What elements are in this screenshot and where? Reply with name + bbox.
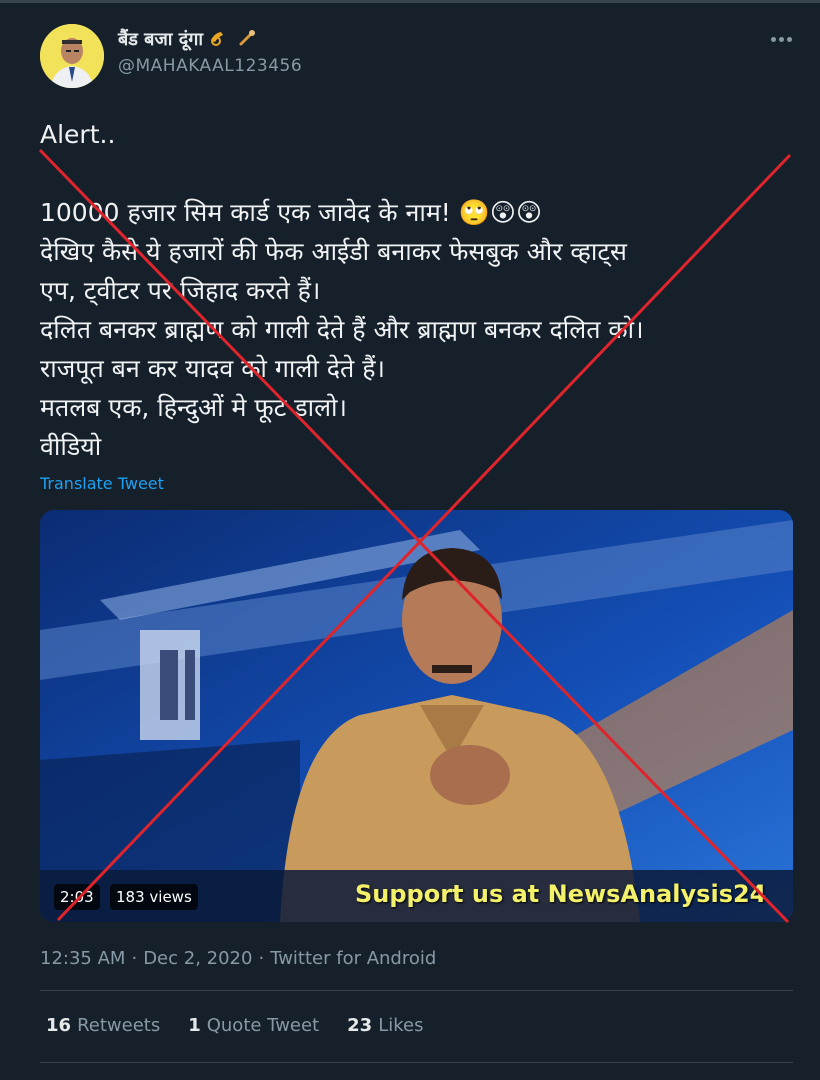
tweet-source[interactable]: Twitter for Android [270,948,436,969]
video-views: 183 views [110,884,198,910]
video-thumbnail [40,510,793,922]
display-name[interactable]: बैंड बजा दूंगा [118,27,256,51]
video-ticker-text: Support us at NewsAnalysis24 [355,880,767,908]
meta-separator: · [258,948,265,969]
likes-count: 23 [347,1015,373,1036]
tweet-page: बैंड बजा दूंगा @MAHAKAAL123456 Alert.. 1… [0,0,820,1080]
tweet-line: Alert.. [40,120,116,149]
meta-separator: · [131,948,138,969]
avatar[interactable] [40,24,104,88]
horn-emoji-icon [211,32,224,46]
tweet-line: दलित बनकर ब्राह्मण को गाली देते हैं और ब… [40,315,644,344]
user-handle[interactable]: @MAHAKAAL123456 [118,56,302,76]
likes-stat[interactable]: 23 Likes [347,1015,423,1036]
top-divider [0,0,820,3]
quotes-count: 1 [188,1015,201,1036]
retweets-stat[interactable]: 16 Retweets [46,1015,160,1036]
retweets-count: 16 [46,1015,72,1036]
tweet-line: 10000 हजार सिम कार्ड एक जावेद के नाम! 🙄😲… [40,198,543,227]
tweet-line: देखिए कैसे ये हजारों की फेक आईडी बनाकर फ… [40,237,627,266]
tweet-line: एप, ट्वीटर पर जिहाद करते हैं। [40,276,321,305]
tweet-line: मतलब एक, हिन्दुओं मे फूट डालो। [40,393,348,422]
tweet-meta: 12:35 AM · Dec 2, 2020 · Twitter for Android [40,948,436,969]
video-duration: 2:03 [54,884,100,910]
retweets-label: Retweets [77,1015,161,1036]
drumstick-emoji-icon [239,30,255,46]
tweet-time[interactable]: 12:35 AM [40,948,125,969]
tweet-date[interactable]: Dec 2, 2020 [143,948,252,969]
translate-tweet-link[interactable]: Translate Tweet [40,474,164,493]
quotes-label: Quote Tweet [206,1015,320,1036]
divider [40,1062,793,1063]
tweet-line: राजपूत बन कर यादव को गाली देते हैं। [40,354,385,383]
divider [40,990,793,991]
likes-label: Likes [378,1015,424,1036]
tweet-text: Alert.. 10000 हजार सिम कार्ड एक जावेद के… [40,115,780,466]
display-name-text: बैंड बजा दूंगा [118,29,204,50]
avatar-image [40,24,104,88]
more-horizontal-icon[interactable] [768,32,794,46]
quotes-stat[interactable]: 1 Quote Tweet [188,1015,319,1036]
tweet-stats: 16 Retweets 1 Quote Tweet 23 Likes [46,1015,423,1036]
video-player[interactable] [40,510,793,922]
tweet-line-gap [40,154,780,193]
tweet-line: वीडियो [40,432,102,461]
